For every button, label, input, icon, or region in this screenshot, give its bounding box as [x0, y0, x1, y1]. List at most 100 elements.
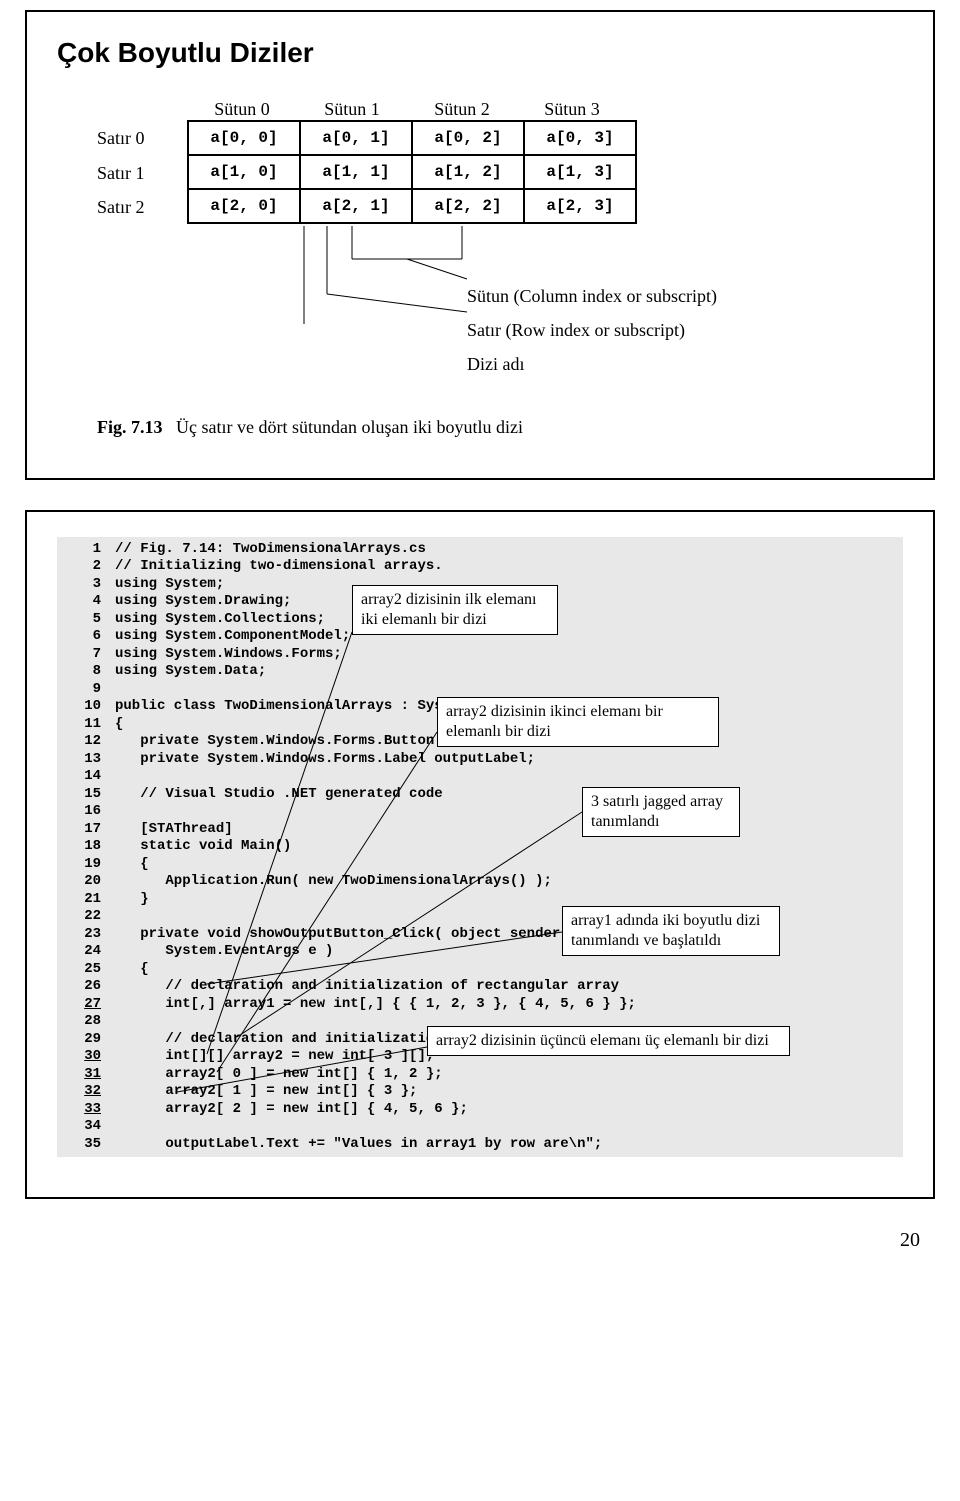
line-number: 6	[57, 628, 115, 646]
page-number: 20	[0, 1229, 960, 1282]
col-header-2: Sütun 2	[407, 99, 517, 120]
code-content: using System.Data;	[115, 663, 266, 681]
code-content: using System.Drawing;	[115, 593, 291, 611]
code-content: // declaration and initialization of rec…	[115, 978, 619, 996]
cell-0-1: a[0, 1]	[301, 122, 413, 154]
line-number: 25	[57, 961, 115, 979]
cell-2-1: a[2, 1]	[301, 190, 413, 222]
code-line: 9	[57, 681, 903, 699]
legend-array-name: Dizi adı	[467, 347, 903, 381]
cell-1-0: a[1, 0]	[189, 156, 301, 188]
line-number: 8	[57, 663, 115, 681]
line-number: 35	[57, 1136, 115, 1154]
code-content: using System.ComponentModel;	[115, 628, 350, 646]
line-number: 28	[57, 1013, 115, 1031]
callout-array2-second: array2 dizisinin ikinci elemanı bir elem…	[437, 697, 719, 747]
col-header-1: Sütun 1	[297, 99, 407, 120]
code-line: 27 int[,] array1 = new int[,] { { 1, 2, …	[57, 996, 903, 1014]
code-content: static void Main()	[115, 838, 291, 856]
line-number: 1	[57, 541, 115, 559]
line-number: 15	[57, 786, 115, 804]
col-header-0: Sütun 0	[187, 99, 297, 120]
code-line: 35 outputLabel.Text += "Values in array1…	[57, 1136, 903, 1154]
code-line: 7using System.Windows.Forms;	[57, 646, 903, 664]
line-number: 17	[57, 821, 115, 839]
figure-caption-label: Fig. 7.13	[97, 417, 163, 437]
cell-0-0: a[0, 0]	[189, 122, 301, 154]
cell-2-2: a[2, 2]	[413, 190, 525, 222]
code-line: 26 // declaration and initialization of …	[57, 978, 903, 996]
code-line: 18 static void Main()	[57, 838, 903, 856]
code-content: using System.Collections;	[115, 611, 325, 629]
line-number: 10	[57, 698, 115, 716]
line-number: 2	[57, 558, 115, 576]
code-content: // Initializing two-dimensional arrays.	[115, 558, 443, 576]
code-line: 19 {	[57, 856, 903, 874]
code-line: 8using System.Data;	[57, 663, 903, 681]
callout-array1-decl: array1 adında iki boyutlu dizi tanımland…	[562, 906, 780, 956]
cell-0-2: a[0, 2]	[413, 122, 525, 154]
line-number: 19	[57, 856, 115, 874]
code-content: array2[ 2 ] = new int[] { 4, 5, 6 };	[115, 1101, 468, 1119]
cell-0-3: a[0, 3]	[525, 122, 637, 154]
row-label-2: Satır 2	[97, 190, 187, 224]
figure-caption-text: Üç satır ve dört sütundan oluşan iki boy…	[176, 417, 523, 437]
code-line: 32 array2[ 1 ] = new int[] { 3 };	[57, 1083, 903, 1101]
line-number: 3	[57, 576, 115, 594]
row-label-0: Satır 0	[97, 120, 187, 156]
code-line: 16	[57, 803, 903, 821]
callout-jagged-decl: 3 satırlı jagged array tanımlandı	[582, 787, 740, 837]
cell-2-3: a[2, 3]	[525, 190, 637, 222]
code-content: {	[115, 961, 149, 979]
cell-1-2: a[1, 2]	[413, 156, 525, 188]
cell-1-3: a[1, 3]	[525, 156, 637, 188]
line-number: 23	[57, 926, 115, 944]
line-number: 22	[57, 908, 115, 926]
code-line: 1// Fig. 7.14: TwoDimensionalArrays.cs	[57, 541, 903, 559]
code-line: 31 array2[ 0 ] = new int[] { 1, 2 };	[57, 1066, 903, 1084]
code-line: 14	[57, 768, 903, 786]
line-number: 13	[57, 751, 115, 769]
line-number: 30	[57, 1048, 115, 1066]
line-number: 33	[57, 1101, 115, 1119]
diagram-legend: Sütun (Column index or subscript) Satır …	[467, 279, 903, 382]
code-content: }	[115, 891, 149, 909]
line-number: 21	[57, 891, 115, 909]
code-content: int[][] array2 = new int[ 3 ][];	[115, 1048, 434, 1066]
code-line: 13 private System.Windows.Forms.Label ou…	[57, 751, 903, 769]
code-content: {	[115, 716, 123, 734]
slide-code-listing: 1// Fig. 7.14: TwoDimensionalArrays.cs2/…	[25, 510, 935, 1200]
line-number: 29	[57, 1031, 115, 1049]
line-number: 26	[57, 978, 115, 996]
line-number: 18	[57, 838, 115, 856]
line-number: 20	[57, 873, 115, 891]
line-number: 11	[57, 716, 115, 734]
code-content: outputLabel.Text += "Values in array1 by…	[115, 1136, 602, 1154]
line-number: 5	[57, 611, 115, 629]
code-line: 2// Initializing two-dimensional arrays.	[57, 558, 903, 576]
code-line: 34	[57, 1118, 903, 1136]
code-content: private System.Windows.Forms.Label outpu…	[115, 751, 535, 769]
line-number: 7	[57, 646, 115, 664]
code-content: using System.Windows.Forms;	[115, 646, 342, 664]
code-content: private void showOutputButton_Click( obj…	[115, 926, 569, 944]
cell-2-0: a[2, 0]	[189, 190, 301, 222]
callout-array2-third: array2 dizisinin üçüncü elemanı üç elema…	[427, 1026, 790, 1056]
code-content: using System;	[115, 576, 224, 594]
row-label-1: Satır 1	[97, 156, 187, 190]
code-content: array2[ 0 ] = new int[] { 1, 2 };	[115, 1066, 443, 1084]
code-content: // Visual Studio .NET generated code	[115, 786, 443, 804]
code-line: 20 Application.Run( new TwoDimensionalAr…	[57, 873, 903, 891]
code-content: int[,] array1 = new int[,] { { 1, 2, 3 }…	[115, 996, 636, 1014]
code-content: {	[115, 856, 149, 874]
line-number: 31	[57, 1066, 115, 1084]
legend-column-subscript: Sütun (Column index or subscript)	[467, 279, 903, 313]
code-content: Application.Run( new TwoDimensionalArray…	[115, 873, 552, 891]
callout-array2-first: array2 dizisinin ilk elemanı iki elemanl…	[352, 585, 558, 635]
cell-1-1: a[1, 1]	[301, 156, 413, 188]
line-number: 4	[57, 593, 115, 611]
code-content: array2[ 1 ] = new int[] { 3 };	[115, 1083, 417, 1101]
code-line: 17 [STAThread]	[57, 821, 903, 839]
slide-multidim-arrays: Çok Boyutlu Diziler Sütun 0 Sütun 1 Sütu…	[25, 10, 935, 480]
line-number: 16	[57, 803, 115, 821]
